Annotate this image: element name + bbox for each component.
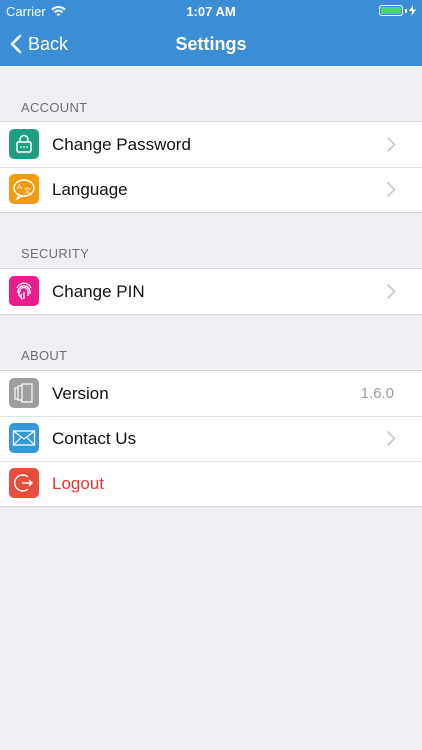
version-row: Version 1.6.0 [0, 371, 422, 416]
version-value: 1.6.0 [360, 385, 394, 402]
charging-icon [409, 5, 416, 16]
status-bar: Carrier 1:07 AM [0, 0, 422, 22]
change-pin-label: Change PIN [52, 281, 145, 301]
version-label: Version [52, 383, 109, 403]
svg-text:A: A [17, 183, 22, 191]
chevron-right-icon [386, 283, 396, 300]
status-time: 1:07 AM [186, 4, 236, 19]
battery-indicator [379, 5, 416, 16]
section-header-security: SECURITY [21, 246, 90, 261]
account-group: Change Password A 文 Language [0, 121, 422, 213]
navigation-bar: Back Settings [0, 22, 422, 66]
page-title: Settings [175, 34, 247, 54]
security-group: Change PIN [0, 268, 422, 315]
chevron-right-icon [386, 181, 396, 198]
chevron-right-icon [386, 430, 396, 447]
section-header-about: ABOUT [21, 348, 68, 363]
logout-label: Logout [52, 473, 104, 493]
logout-row[interactable]: Logout [0, 461, 422, 506]
change-pin-row[interactable]: Change PIN [0, 269, 422, 314]
contact-us-row[interactable]: Contact Us [0, 416, 422, 461]
about-group: Version 1.6.0 Contact Us Logout [0, 370, 422, 507]
fingerprint-icon [9, 276, 39, 306]
nav-header: Carrier 1:07 AM Back Settings [0, 0, 422, 66]
translate-icon: A 文 [9, 174, 39, 204]
chevron-right-icon [386, 136, 396, 153]
section-header-account: ACCOUNT [21, 100, 88, 115]
svg-text:文: 文 [24, 186, 31, 195]
logout-icon [9, 468, 39, 498]
battery-icon [379, 5, 403, 16]
lock-icon [9, 129, 39, 159]
language-label: Language [52, 179, 128, 199]
mail-icon [9, 423, 39, 453]
contact-us-label: Contact Us [52, 428, 137, 448]
change-password-row[interactable]: Change Password [0, 122, 422, 167]
version-icon [9, 378, 39, 408]
language-row[interactable]: A 文 Language [0, 167, 422, 212]
change-password-label: Change Password [52, 134, 191, 154]
